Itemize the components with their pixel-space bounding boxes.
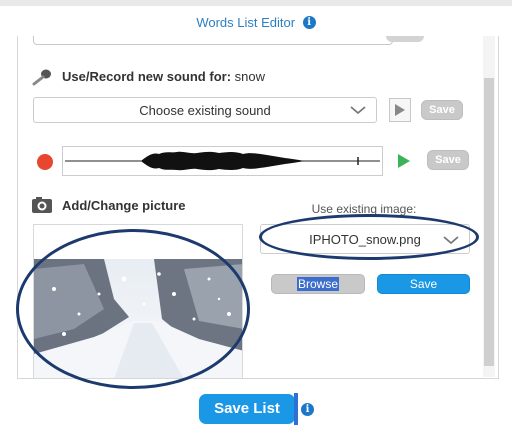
sound-word: snow [234,69,266,84]
existing-sound-select[interactable]: Choose existing sound [33,97,377,123]
editor-title: Words List Editor i [0,14,512,30]
chevron-down-icon [443,236,459,245]
picture-preview[interactable] [33,224,243,378]
play-existing-button[interactable] [389,98,411,122]
picture-section-label: Add/Change picture [62,198,186,213]
editor-title-text: Words List Editor [196,15,296,31]
previous-field[interactable] [33,36,393,45]
picture-icon [32,197,52,213]
previous-save-button[interactable] [386,36,424,42]
picture-section-title: Add/Change picture [62,198,186,213]
sound-section-title: Use/Record new sound for: [62,69,232,84]
info-icon[interactable]: i [301,403,314,416]
browse-button-label: Browse [296,277,339,291]
sound-waveform [62,146,383,176]
editor-panel: Use/Record new sound for: snow Choose ex… [17,36,499,379]
panel-scrollbar[interactable] [483,36,495,377]
info-icon[interactable]: i [302,16,316,30]
microphone-icon [32,69,51,86]
play-icon [398,154,410,168]
snow-photo [34,259,242,378]
text-cursor [294,393,298,425]
save-picture-button[interactable]: Save [377,274,470,294]
record-icon[interactable] [37,154,53,170]
chevron-down-icon [350,106,366,115]
existing-image-select[interactable]: IPHOTO_snow.png [260,224,470,254]
save-recording-button[interactable]: Save [427,150,469,170]
sound-section-label: Use/Record new sound for: snow [62,69,265,84]
existing-sound-value: Choose existing sound [139,103,271,118]
scrollbar-thumb[interactable] [484,78,494,366]
play-recording-button[interactable] [393,149,415,173]
browse-button[interactable]: Browse [271,274,365,294]
save-sound-button[interactable]: Save [421,100,463,120]
save-list-button[interactable]: Save List [199,394,295,424]
top-strip [0,0,512,6]
existing-image-label: Use existing image: [311,202,417,216]
play-icon [395,104,405,116]
existing-image-value: IPHOTO_snow.png [309,232,421,247]
waveform-graphic [65,151,380,171]
